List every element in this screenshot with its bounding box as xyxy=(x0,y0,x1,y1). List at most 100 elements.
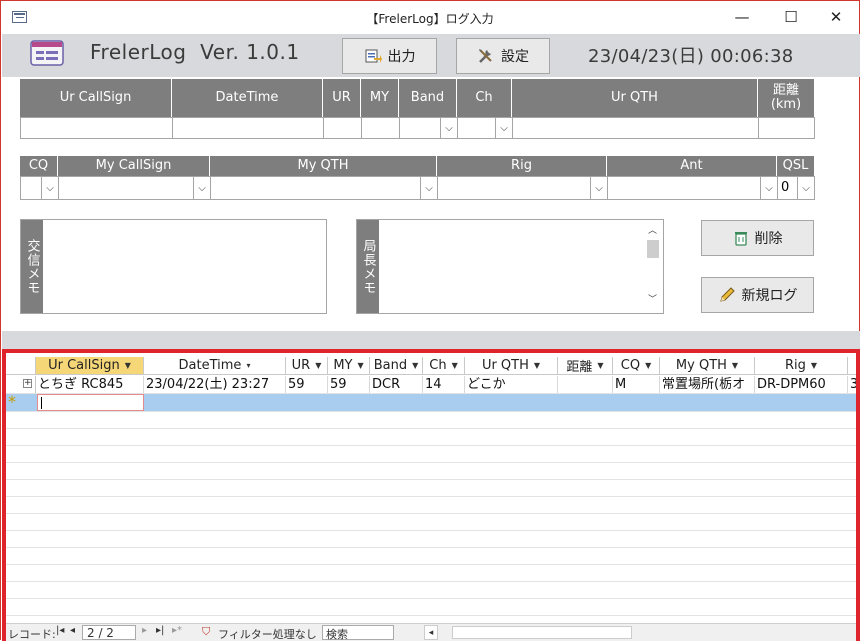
table-cell[interactable]: どこか xyxy=(465,376,558,393)
chevron-down-icon[interactable]: ⌵ xyxy=(193,177,210,199)
table-cell[interactable]: DR-DPM60 xyxy=(755,376,848,393)
table-cell[interactable]: 14 xyxy=(423,376,465,393)
minimize-button[interactable]: — xyxy=(719,1,765,34)
band-select[interactable]: ⌵ xyxy=(399,117,458,139)
col-rig[interactable]: Rig ▼ xyxy=(755,357,848,375)
ur-qth-input[interactable] xyxy=(512,117,759,139)
cq-select[interactable]: ⌵ xyxy=(20,176,59,200)
sort-arrow-icon[interactable]: ▼ xyxy=(597,361,603,370)
rig-select[interactable]: ⌵ xyxy=(437,176,608,200)
sort-arrow-icon[interactable]: ▼ xyxy=(315,361,321,370)
output-button[interactable]: 出力 xyxy=(342,38,437,74)
table-cell[interactable]: 59 xyxy=(286,376,328,393)
col-label: MY xyxy=(333,358,353,373)
col-ch[interactable]: Ch ▼ xyxy=(423,357,465,375)
my-rst-input[interactable] xyxy=(361,117,400,139)
contact-memo[interactable]: 交信メモ xyxy=(20,219,327,314)
delete-button[interactable]: 削除 xyxy=(701,220,814,256)
scroll-up-icon[interactable]: ︿ xyxy=(648,223,657,236)
title-bar: 【FrelerLog】ログ入力 — ☐ ✕ xyxy=(1,1,859,34)
table-cell[interactable]: 3 xyxy=(848,376,856,393)
scroll-down-icon[interactable]: ﹀ xyxy=(648,292,657,305)
scroll-thumb[interactable] xyxy=(647,240,659,258)
chevron-down-icon[interactable]: ⌵ xyxy=(760,177,777,199)
col-label: Ur CallSign xyxy=(48,358,120,373)
col-band[interactable]: Band ▼ xyxy=(370,357,423,375)
header-qsl: QSL xyxy=(777,156,814,176)
chevron-down-icon[interactable]: ⌵ xyxy=(590,177,607,199)
sort-arrow-icon[interactable]: ▼ xyxy=(412,361,418,370)
settings-button[interactable]: 設定 xyxy=(456,38,550,74)
col-cq[interactable]: CQ ▼ xyxy=(613,357,660,375)
my-qth-select[interactable]: ⌵ xyxy=(210,176,438,200)
app-name: FrelerLog Ver. 1.0.1 xyxy=(90,40,300,64)
select-all-corner[interactable] xyxy=(6,357,36,375)
table-cell[interactable] xyxy=(558,376,613,393)
first-record-icon[interactable]: |◂ xyxy=(56,625,64,636)
filter-status[interactable]: フィルター処理なし xyxy=(218,626,317,641)
sort-arrow-icon[interactable]: ▼ xyxy=(811,361,817,370)
row-divider xyxy=(6,530,856,531)
table-cell[interactable]: 59 xyxy=(328,376,370,393)
sort-arrow-icon[interactable]: ▼ xyxy=(452,361,458,370)
col-ur-callsign[interactable]: Ur CallSign ▼ xyxy=(36,357,144,375)
sort-arrow-icon[interactable]: ▼ xyxy=(358,361,364,370)
record-position-input[interactable]: 2 / 2 xyxy=(82,625,136,640)
clock-display: 23/04/23(日) 00:06:38 xyxy=(588,46,794,67)
search-input[interactable]: 検索 xyxy=(322,625,394,641)
header-my-callsign: My CallSign xyxy=(58,156,210,176)
sort-arrow-icon[interactable]: ▼ xyxy=(125,361,131,370)
sort-arrow-icon[interactable]: ▼ xyxy=(534,361,540,370)
chevron-down-icon[interactable]: ⌵ xyxy=(495,118,512,138)
sort-desc-icon[interactable]: ▾ xyxy=(246,361,250,370)
sort-arrow-icon[interactable]: ▼ xyxy=(732,361,738,370)
col-ur[interactable]: UR ▼ xyxy=(286,357,328,375)
ur-callsign-input[interactable] xyxy=(20,117,173,139)
operator-memo[interactable]: 局長メモ ︿ ﹀ xyxy=(356,219,664,314)
row-selector[interactable]: + xyxy=(6,376,36,393)
expand-icon[interactable]: + xyxy=(23,379,32,388)
chevron-down-icon[interactable]: ⌵ xyxy=(420,177,437,199)
col-my-qth[interactable]: My QTH ▼ xyxy=(660,357,755,375)
operator-memo-label: 局長メモ xyxy=(357,220,379,313)
chevron-down-icon[interactable]: ⌵ xyxy=(797,177,814,199)
maximize-button[interactable]: ☐ xyxy=(768,1,814,34)
ur-rst-input[interactable] xyxy=(323,117,362,139)
header-ant: Ant xyxy=(607,156,777,176)
col-my[interactable]: MY ▼ xyxy=(328,357,370,375)
app-window: 【FrelerLog】ログ入力 — ☐ ✕ FrelerLog Ver. 1.0… xyxy=(0,0,860,641)
new-log-button[interactable]: 新規ログ xyxy=(701,277,814,313)
horizontal-scroll-thumb[interactable] xyxy=(452,626,632,639)
table-cell[interactable]: 常置場所(栃オ xyxy=(660,376,755,393)
chevron-down-icon[interactable]: ⌵ xyxy=(440,118,457,138)
memo-scrollbar[interactable]: ︿ ﹀ xyxy=(643,220,663,313)
new-log-label: 新規ログ xyxy=(741,288,798,304)
prev-record-icon[interactable]: ◂ xyxy=(70,625,75,636)
col-distance[interactable]: 距離 ▼ xyxy=(558,357,613,375)
close-button[interactable]: ✕ xyxy=(813,1,859,34)
scroll-left-icon[interactable]: ◂ xyxy=(424,625,438,640)
next-record-icon[interactable]: ▸ xyxy=(142,625,147,636)
last-record-icon[interactable]: ▸| xyxy=(156,625,164,636)
my-callsign-select[interactable]: ⌵ xyxy=(58,176,211,200)
qsl-select[interactable]: 0 ⌵ xyxy=(777,176,815,200)
new-record-icon[interactable]: ▸* xyxy=(172,625,182,636)
table-cell[interactable]: DCR xyxy=(370,376,423,393)
datetime-input[interactable] xyxy=(172,117,324,139)
table-cell[interactable]: M xyxy=(613,376,660,393)
sort-arrow-icon[interactable]: ▼ xyxy=(645,361,651,370)
ant-select[interactable]: ⌵ xyxy=(607,176,778,200)
active-cell-input[interactable] xyxy=(37,394,144,411)
chevron-down-icon[interactable]: ⌵ xyxy=(41,177,58,199)
export-icon xyxy=(365,49,382,63)
col-overflow[interactable] xyxy=(848,357,856,375)
header-datetime: DateTime xyxy=(172,79,323,117)
col-label: My QTH xyxy=(675,358,727,373)
distance-input[interactable] xyxy=(758,117,815,139)
col-datetime[interactable]: DateTime ▾ xyxy=(144,357,286,375)
col-ur-qth[interactable]: Ur QTH ▼ xyxy=(465,357,558,375)
ch-select[interactable]: ⌵ xyxy=(457,117,513,139)
col-label: Band xyxy=(373,358,408,373)
table-cell[interactable]: 23/04/22(土) 23:27 xyxy=(144,376,286,393)
table-cell[interactable]: とちぎ RC845 xyxy=(36,376,144,393)
